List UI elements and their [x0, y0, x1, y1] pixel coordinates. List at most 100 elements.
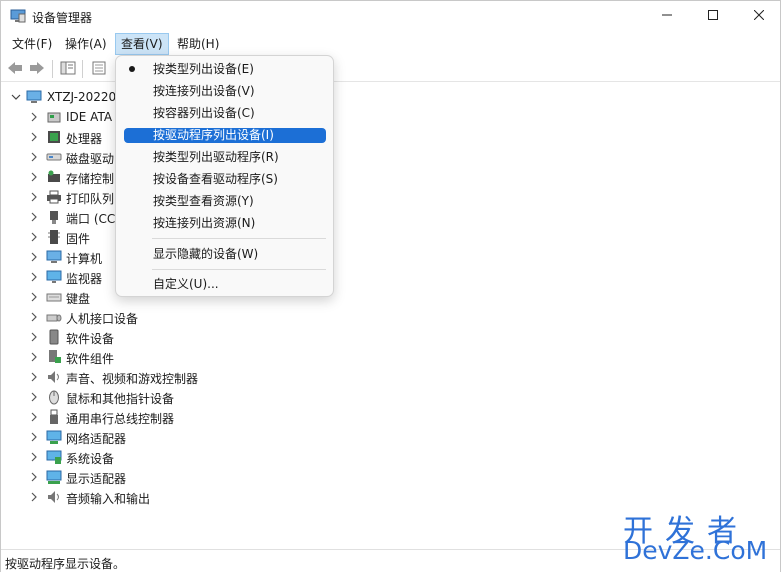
- tree-item-label: 磁盘驱动: [66, 152, 115, 166]
- tree-item-label: IDE ATA: [66, 110, 113, 124]
- tree-item[interactable]: 软件设备: [2, 327, 781, 347]
- menu-item-label: 按类型列出驱动程序(R): [153, 150, 279, 164]
- properties-button[interactable]: [90, 60, 108, 78]
- tree-item-label: 人机接口设备: [66, 312, 139, 326]
- chevron-right-icon[interactable]: [28, 231, 40, 243]
- tree-item[interactable]: 显示适配器: [2, 467, 781, 487]
- chevron-right-icon[interactable]: [28, 311, 40, 323]
- maximize-button[interactable]: [690, 1, 736, 31]
- console-tree-button[interactable]: [59, 60, 77, 78]
- tree-item[interactable]: 音频输入和输出: [2, 487, 781, 507]
- chevron-right-icon[interactable]: [28, 371, 40, 383]
- menu-item-by-container[interactable]: 按容器列出设备(C): [124, 106, 326, 121]
- menu-file[interactable]: 文件(F): [7, 33, 57, 55]
- menu-action[interactable]: 操作(A): [60, 33, 112, 55]
- toolbar-divider: [52, 60, 53, 78]
- tree-item[interactable]: 人机接口设备: [2, 307, 781, 327]
- tree-item-label: 监视器: [66, 272, 103, 286]
- chevron-right-icon[interactable]: [28, 391, 40, 403]
- properties-icon: [92, 61, 106, 78]
- menu-item-customize[interactable]: 自定义(U)...: [124, 277, 326, 292]
- hid-icon: [46, 309, 62, 325]
- network-adapter-icon: [46, 429, 62, 445]
- window-title: 设备管理器: [32, 11, 93, 25]
- minimize-button[interactable]: [644, 1, 690, 31]
- menu-item-label: 显示隐藏的设备(W): [153, 247, 259, 261]
- chevron-right-icon[interactable]: [28, 451, 40, 463]
- menu-item-label: 按连接列出设备(V): [153, 84, 255, 98]
- menu-item-label: 按驱动程序列出设备(I): [153, 128, 274, 142]
- chevron-right-icon[interactable]: [28, 411, 40, 423]
- audio-io-icon: [46, 489, 62, 505]
- menu-separator: [152, 238, 326, 239]
- forward-arrow-icon: [29, 61, 45, 78]
- tree-item[interactable]: 网络适配器: [2, 427, 781, 447]
- tree-item-label: 音频输入和输出: [66, 492, 151, 506]
- chevron-right-icon[interactable]: [28, 151, 40, 163]
- tree-item-label: 软件组件: [66, 352, 115, 366]
- forward-button[interactable]: [28, 60, 46, 78]
- tree-item-label: 键盘: [66, 292, 91, 306]
- tree-item[interactable]: 系统设备: [2, 447, 781, 467]
- chevron-right-icon[interactable]: [28, 271, 40, 283]
- tree-item-label: 固件: [66, 232, 91, 246]
- back-button[interactable]: [6, 60, 24, 78]
- menu-item-label: 按类型列出设备(E): [153, 62, 254, 76]
- chevron-right-icon[interactable]: [28, 471, 40, 483]
- chevron-right-icon[interactable]: [28, 291, 40, 303]
- tree-item[interactable]: 通用串行总线控制器: [2, 407, 781, 427]
- usb-icon: [46, 409, 62, 425]
- chevron-right-icon[interactable]: [28, 351, 40, 363]
- tree-item-label: 显示适配器: [66, 472, 127, 486]
- title-bar[interactable]: 设备管理器: [1, 1, 780, 31]
- maximize-icon: [708, 9, 718, 23]
- tree-item-label: 系统设备: [66, 452, 115, 466]
- chevron-right-icon[interactable]: [28, 111, 40, 123]
- chevron-right-icon[interactable]: [28, 171, 40, 183]
- menu-item-label: 按类型查看资源(Y): [153, 194, 254, 208]
- processor-icon: [46, 129, 62, 145]
- menu-item-resources-by-connection[interactable]: 按连接列出资源(N): [124, 216, 326, 231]
- port-icon: [46, 209, 62, 225]
- tree-item[interactable]: 软件组件: [2, 347, 781, 367]
- chevron-right-icon[interactable]: [28, 251, 40, 263]
- menu-item-resources-by-type[interactable]: 按类型查看资源(Y): [124, 194, 326, 209]
- tree-item-label: 通用串行总线控制器: [66, 412, 175, 426]
- tree-item[interactable]: 声音、视频和游戏控制器: [2, 367, 781, 387]
- disk-drive-icon: [46, 149, 62, 165]
- back-arrow-icon: [7, 61, 23, 78]
- tree-item-label: 网络适配器: [66, 432, 127, 446]
- device-manager-window: 设备管理器 文件(F) 操作(A) 查看(V) 帮助(H) XTZJ-20220…: [0, 0, 781, 572]
- chevron-right-icon[interactable]: [28, 431, 40, 443]
- firmware-icon: [46, 229, 62, 245]
- menu-view[interactable]: 查看(V): [115, 33, 169, 55]
- chevron-down-icon[interactable]: [10, 91, 22, 103]
- ide-controller-icon: [46, 109, 62, 125]
- display-adapter-icon: [46, 469, 62, 485]
- menu-item-by-type[interactable]: 按类型列出设备(E): [124, 62, 326, 77]
- chevron-right-icon[interactable]: [28, 331, 40, 343]
- tree-item-label: 计算机: [66, 252, 103, 266]
- menu-item-show-hidden[interactable]: 显示隐藏的设备(W): [124, 247, 326, 262]
- tree-item[interactable]: 鼠标和其他指针设备: [2, 387, 781, 407]
- chevron-right-icon[interactable]: [28, 491, 40, 503]
- menu-item-label: 自定义(U)...: [153, 277, 219, 291]
- menu-separator: [152, 269, 326, 270]
- chevron-right-icon[interactable]: [28, 191, 40, 203]
- menu-help[interactable]: 帮助(H): [172, 33, 224, 55]
- menu-item-drivers-by-device[interactable]: 按设备查看驱动程序(S): [124, 172, 326, 187]
- storage-controller-icon: [46, 169, 62, 185]
- chevron-right-icon[interactable]: [28, 131, 40, 143]
- computer-icon: [46, 249, 62, 265]
- system-device-icon: [46, 449, 62, 465]
- menu-item-by-driver[interactable]: 按驱动程序列出设备(I): [124, 128, 326, 143]
- computer-icon: [26, 89, 42, 105]
- tree-item-label: 打印队列: [66, 192, 115, 206]
- watermark-logo-text: DevZe.CoM: [623, 536, 768, 565]
- chevron-right-icon[interactable]: [28, 211, 40, 223]
- software-component-icon: [46, 349, 62, 365]
- close-button[interactable]: [736, 1, 781, 31]
- menu-item-drivers-by-type[interactable]: 按类型列出驱动程序(R): [124, 150, 326, 165]
- tree-item-label: 鼠标和其他指针设备: [66, 392, 175, 406]
- menu-item-by-connection[interactable]: 按连接列出设备(V): [124, 84, 326, 99]
